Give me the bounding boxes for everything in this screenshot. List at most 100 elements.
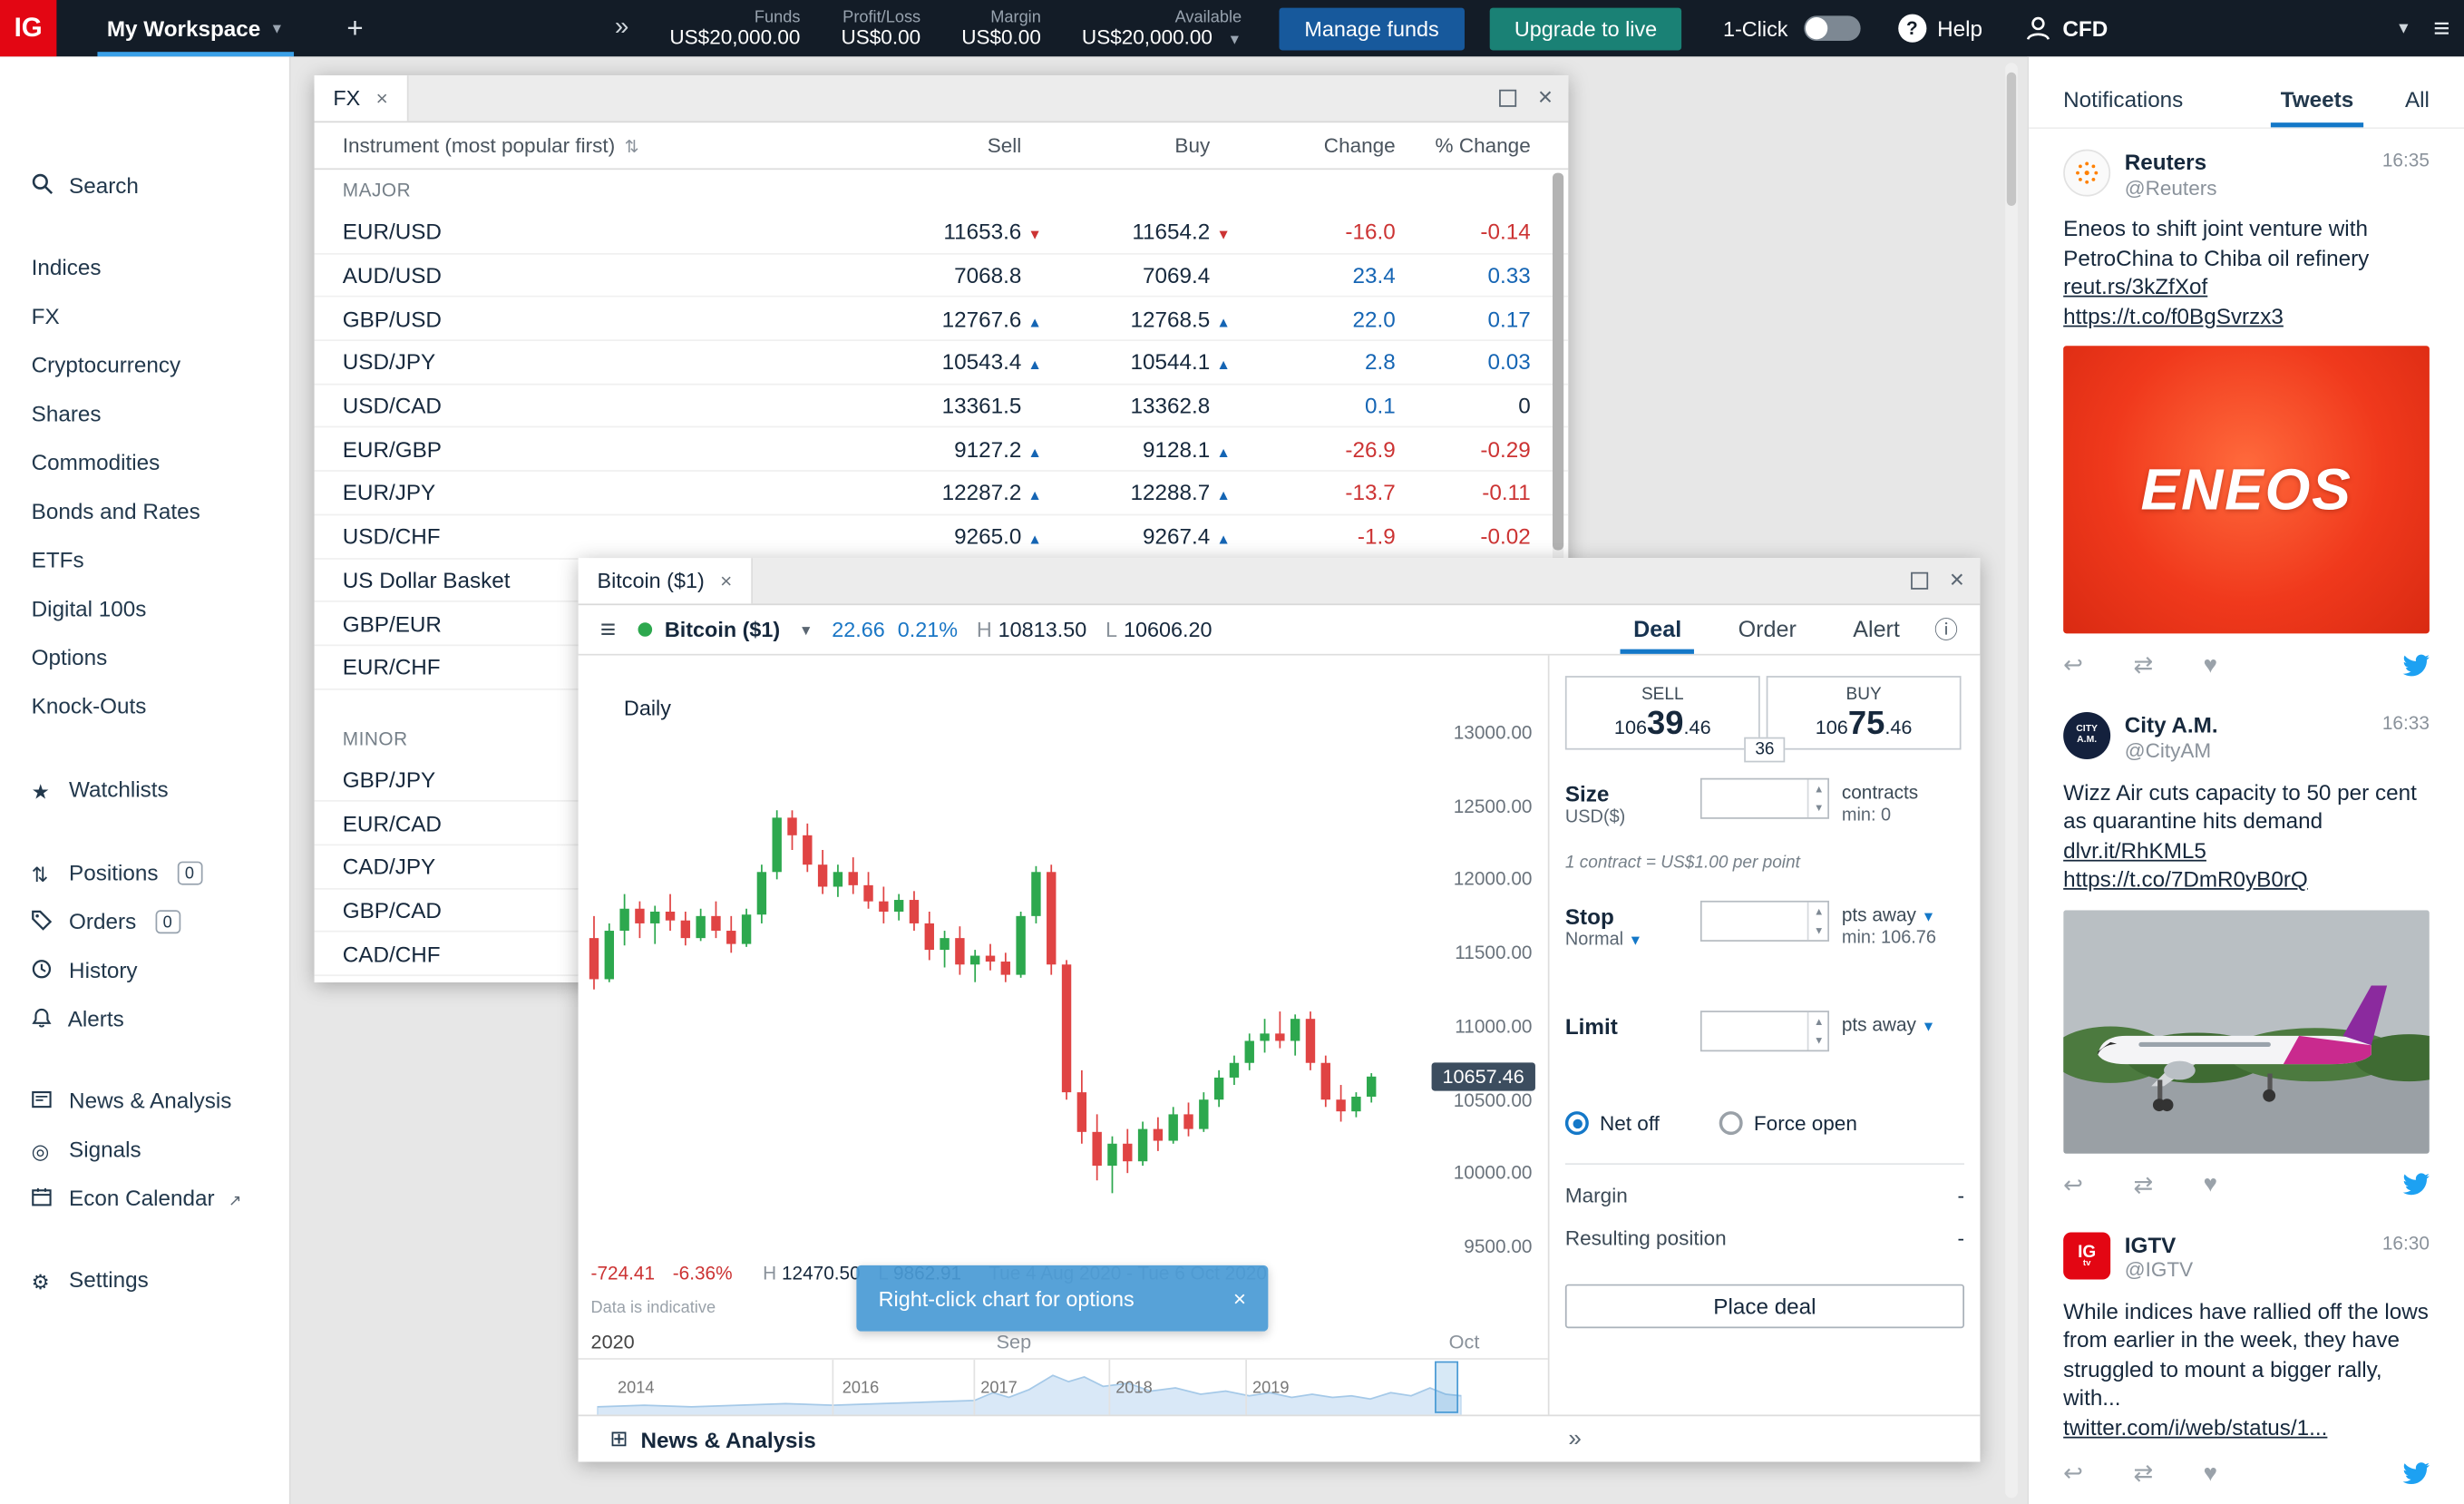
bitcoin-window-tab[interactable]: Bitcoin ($1) × bbox=[578, 558, 753, 604]
buy-button[interactable]: BUY 10675.46 bbox=[1766, 676, 1962, 750]
stop-stepper[interactable]: ▲ ▼ bbox=[1807, 902, 1829, 941]
sidebar-item-commodities[interactable]: Commodities bbox=[0, 438, 289, 487]
history-timeline[interactable]: 2014 2016 2017 2018 2019 bbox=[578, 1358, 1548, 1417]
twitter-icon[interactable] bbox=[2402, 653, 2430, 677]
instrument-name[interactable]: GBP/USD bbox=[343, 306, 720, 331]
twitter-icon[interactable] bbox=[2402, 1461, 2430, 1485]
sell-price[interactable]: 13361.5 bbox=[720, 393, 1042, 418]
retweet-icon[interactable]: ⇄ bbox=[2133, 1170, 2153, 1198]
tweet-link[interactable]: https://t.co/f0BgSvrzx3 bbox=[2063, 301, 2430, 330]
limit-stepper[interactable]: ▲ ▼ bbox=[1807, 1011, 1829, 1050]
like-icon[interactable]: ♥ bbox=[2204, 652, 2217, 679]
fx-instrument-row[interactable]: EUR/GBP 9127.2 ▲ 9128.1 ▲ -26.9 -0.29 bbox=[314, 428, 1569, 473]
buy-price[interactable]: 12768.5 ▲ bbox=[1042, 306, 1231, 331]
close-icon[interactable]: × bbox=[720, 569, 732, 592]
column-header-change[interactable]: Change bbox=[1231, 133, 1396, 157]
sidebar-item-cryptocurrency[interactable]: Cryptocurrency bbox=[0, 341, 289, 390]
scrollbar-thumb[interactable] bbox=[2006, 72, 2017, 206]
close-icon[interactable]: × bbox=[376, 86, 388, 110]
reply-icon[interactable]: ↩ bbox=[2063, 1459, 2083, 1487]
stepper-down-icon[interactable]: ▼ bbox=[1808, 1031, 1829, 1050]
sidebar-item-positions[interactable]: ⇅ Positions 0 bbox=[0, 849, 289, 898]
net-off-radio[interactable]: Net off bbox=[1564, 1111, 1660, 1136]
tab-tweets[interactable]: Tweets bbox=[2271, 86, 2364, 128]
tweet-handle[interactable]: @CityAM bbox=[2125, 739, 2218, 764]
sidebar-item-watchlists[interactable]: ★ Watchlists bbox=[0, 767, 289, 813]
stepper-up-icon[interactable]: ▲ bbox=[1808, 1012, 1829, 1031]
fx-instrument-row[interactable]: EUR/JPY 12287.2 ▲ 12288.7 ▲ -13.7 -0.11 bbox=[314, 472, 1569, 516]
tweet-item[interactable]: CITY A.M. City A.M. @CityAM 16:33 Wizz A… bbox=[2029, 692, 2464, 1211]
like-icon[interactable]: ♥ bbox=[2204, 1460, 2217, 1486]
fx-instrument-row[interactable]: AUD/USD 7068.8 7069.4 23.4 0.33 bbox=[314, 254, 1569, 298]
stepper-up-icon[interactable]: ▲ bbox=[1808, 779, 1829, 798]
sidebar-item-options[interactable]: Options bbox=[0, 633, 289, 682]
close-icon[interactable]: × bbox=[1233, 1285, 1246, 1311]
tweet-author[interactable]: IGTV bbox=[2125, 1232, 2193, 1258]
tweet-item[interactable]: Reuters @Reuters 16:35 Eneos to shift jo… bbox=[2029, 129, 2464, 692]
buy-price[interactable]: 10544.1 ▲ bbox=[1042, 349, 1231, 375]
sidebar-item-bonds-and-rates[interactable]: Bonds and Rates bbox=[0, 487, 289, 536]
sidebar-item-etfs[interactable]: ETFs bbox=[0, 536, 289, 585]
fx-instrument-row[interactable]: USD/JPY 10543.4 ▲ 10544.1 ▲ 2.8 0.03 bbox=[314, 341, 1569, 386]
sidebar-item-digital-100s[interactable]: Digital 100s bbox=[0, 585, 289, 634]
chevron-down-icon[interactable]: ▼ bbox=[1228, 31, 1242, 46]
sell-price[interactable]: 10543.4 ▲ bbox=[720, 349, 1042, 375]
fx-instrument-row[interactable]: USD/CAD 13361.5 13362.8 0.1 0 bbox=[314, 385, 1569, 429]
news-analysis-bar[interactable]: ⊞ News & Analysis » bbox=[578, 1414, 1981, 1462]
fx-instrument-row[interactable]: GBP/USD 12767.6 ▲ 12768.5 ▲ 22.0 0.17 bbox=[314, 298, 1569, 342]
column-header-instrument[interactable]: Instrument (most popular first) ⇅ bbox=[343, 133, 720, 157]
price-chart[interactable]: Daily 13000.00 12500.00 12000.00 11500.00 11… bbox=[578, 655, 1548, 1359]
chevron-right-icon[interactable]: » bbox=[615, 15, 628, 43]
one-click-toggle[interactable] bbox=[1803, 15, 1861, 42]
reply-icon[interactable]: ↩ bbox=[2063, 1170, 2083, 1198]
account-menu[interactable]: CFD bbox=[2023, 15, 2108, 43]
manage-funds-button[interactable]: Manage funds bbox=[1279, 6, 1465, 50]
close-icon[interactable]: × bbox=[1538, 84, 1553, 112]
upgrade-to-live-button[interactable]: Upgrade to live bbox=[1489, 6, 1682, 50]
sidebar-item-econ-calendar[interactable]: Econ Calendar ↗ bbox=[0, 1174, 289, 1223]
tweet-image-wizz-air-plane[interactable] bbox=[2063, 909, 2430, 1154]
close-icon[interactable]: × bbox=[1950, 567, 1964, 595]
like-icon[interactable]: ♥ bbox=[2204, 1171, 2217, 1197]
stepper-down-icon[interactable]: ▼ bbox=[1808, 921, 1829, 940]
fx-instrument-row[interactable]: USD/CHF 9265.0 ▲ 9267.4 ▲ -1.9 -0.02 bbox=[314, 515, 1569, 560]
buy-price[interactable]: 9128.1 ▲ bbox=[1042, 436, 1231, 462]
sidebar-item-orders[interactable]: Orders 0 bbox=[0, 897, 289, 946]
column-header-sell[interactable]: Sell bbox=[720, 133, 1042, 157]
sell-price[interactable]: 12287.2 ▲ bbox=[720, 480, 1042, 505]
sidebar-item-signals[interactable]: ◎ Signals bbox=[0, 1126, 289, 1175]
candlestick-chart[interactable] bbox=[579, 656, 1548, 1323]
stop-pts-away[interactable]: pts away ▼ bbox=[1842, 903, 1935, 925]
tweet-item[interactable]: IG tv IGTV @IGTV 16:30 While indices hav… bbox=[2029, 1211, 2464, 1499]
sidebar-item-news-analysis[interactable]: News & Analysis bbox=[0, 1077, 289, 1126]
reply-icon[interactable]: ↩ bbox=[2063, 651, 2083, 679]
maximize-icon[interactable] bbox=[1910, 571, 1928, 590]
buy-price[interactable]: 12288.7 ▲ bbox=[1042, 480, 1231, 505]
retweet-icon[interactable]: ⇄ bbox=[2133, 1459, 2153, 1487]
size-stepper[interactable]: ▲ ▼ bbox=[1807, 779, 1829, 818]
instrument-name[interactable]: USD/CAD bbox=[343, 393, 720, 418]
instrument-name[interactable]: AUD/USD bbox=[343, 262, 720, 288]
instrument-name[interactable]: USD/CHF bbox=[343, 523, 720, 549]
stop-type-selector[interactable]: Normal ▼ bbox=[1565, 931, 1642, 950]
limit-pts-away[interactable]: pts away ▼ bbox=[1842, 1014, 1935, 1036]
bitcoin-window-titlebar[interactable]: Bitcoin ($1) × × bbox=[578, 558, 1981, 606]
chevron-down-icon[interactable]: ▼ bbox=[2396, 20, 2411, 37]
sidebar-item-shares[interactable]: Shares bbox=[0, 390, 289, 439]
instrument-name[interactable]: USD/JPY bbox=[343, 349, 720, 375]
info-icon[interactable]: ⓘ bbox=[1934, 613, 1958, 646]
sidebar-item-indices[interactable]: Indices bbox=[0, 244, 289, 293]
buy-price[interactable]: 7069.4 bbox=[1042, 262, 1231, 288]
cityam-avatar[interactable]: CITY A.M. bbox=[2063, 712, 2111, 760]
sidebar-item-settings[interactable]: ⚙ Settings bbox=[0, 1257, 289, 1303]
sort-icon[interactable]: ⇅ bbox=[625, 138, 639, 157]
instrument-name[interactable]: EUR/JPY bbox=[343, 480, 720, 505]
stepper-down-icon[interactable]: ▼ bbox=[1808, 798, 1829, 817]
sell-button[interactable]: SELL 10639.46 bbox=[1564, 676, 1760, 750]
tab-alert[interactable]: Alert bbox=[1825, 605, 1928, 654]
fx-window-titlebar[interactable]: FX × × bbox=[314, 75, 1569, 123]
force-open-radio[interactable]: Force open bbox=[1719, 1111, 1857, 1136]
buy-price[interactable]: 13362.8 bbox=[1042, 393, 1231, 418]
fx-window-tab[interactable]: FX × bbox=[314, 75, 409, 122]
sell-price[interactable]: 9127.2 ▲ bbox=[720, 436, 1042, 462]
